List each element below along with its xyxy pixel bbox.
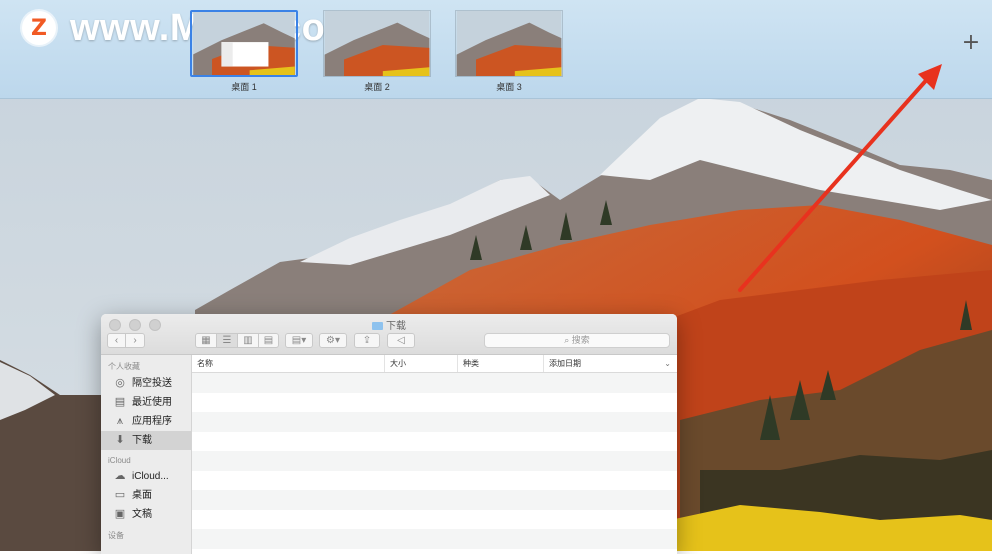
favorites-heading: 个人收藏: [101, 355, 191, 374]
sidebar-item-desktop[interactable]: ▭桌面: [101, 486, 191, 505]
list-row: [192, 529, 677, 549]
sidebar-item-icloud-drive[interactable]: ☁iCloud...: [101, 467, 191, 486]
documents-icon: ▣: [113, 505, 127, 524]
desktop-1-thumbnail[interactable]: 桌面 1: [190, 10, 298, 93]
column-header-size[interactable]: 大小: [385, 355, 458, 372]
sidebar-item-documents[interactable]: ▣文稿: [101, 505, 191, 524]
icon-view-button[interactable]: ▦: [196, 334, 217, 347]
forward-button[interactable]: ›: [126, 334, 144, 347]
gallery-view-button[interactable]: ▤: [259, 334, 278, 347]
desktop-2-thumbnail[interactable]: 桌面 2: [323, 10, 431, 93]
file-list: 名称 大小 种类 添加日期 ⌄: [192, 355, 677, 554]
list-row: [192, 373, 677, 393]
finder-sidebar: 个人收藏 ◎隔空投送 ▤最近使用 ⩚应用程序 ⬇下载 iCloud ☁iClou…: [101, 355, 192, 554]
list-row: [192, 490, 677, 510]
list-row: [192, 510, 677, 530]
column-header-date-added[interactable]: 添加日期: [544, 355, 677, 372]
list-row: [192, 451, 677, 471]
list-view-button[interactable]: ☰: [217, 334, 238, 347]
tags-button[interactable]: ◁: [387, 333, 415, 348]
nav-buttons: ‹›: [107, 333, 145, 348]
downloads-icon: ⬇: [113, 431, 127, 450]
devices-heading: 设备: [101, 524, 191, 543]
group-by-button[interactable]: ▤▾: [285, 333, 313, 348]
desktop-1-label: 桌面 1: [190, 80, 298, 93]
cloud-icon: ☁: [113, 467, 127, 486]
desktop-3-label: 桌面 3: [455, 80, 563, 93]
sidebar-item-applications[interactable]: ⩚应用程序: [101, 412, 191, 431]
desktop-icon: ▭: [113, 486, 127, 505]
column-view-button[interactable]: ▥: [238, 334, 259, 347]
airdrop-icon: ◎: [113, 374, 127, 393]
list-row: [192, 412, 677, 432]
finder-titlebar: 下载 ‹› ▦☰▥▤ ▤▾ ⚙▾ ⇪ ◁ ⌕ 搜索: [101, 314, 677, 355]
add-desktop-button[interactable]: +: [961, 33, 981, 53]
search-icon: ⌕: [564, 335, 572, 345]
sidebar-item-downloads[interactable]: ⬇下载: [101, 431, 191, 450]
sidebar-item-airdrop[interactable]: ◎隔空投送: [101, 374, 191, 393]
share-button[interactable]: ⇪: [354, 333, 380, 348]
desktop-2-label: 桌面 2: [323, 80, 431, 93]
list-body: [192, 373, 677, 554]
applications-icon: ⩚: [113, 412, 127, 431]
sidebar-item-recents[interactable]: ▤最近使用: [101, 393, 191, 412]
sort-indicator-icon: ⌄: [664, 355, 671, 372]
list-row: [192, 549, 677, 554]
list-header: 名称 大小 种类 添加日期 ⌄: [192, 355, 677, 373]
recents-icon: ▤: [113, 393, 127, 412]
desktop-3-preview: [455, 10, 563, 77]
maczlogo-icon: Z: [22, 11, 56, 45]
spaces-bar: Z www.MacZ.com 桌面 1 桌面 2 桌面 3 +: [0, 0, 992, 99]
desktop-3-thumbnail[interactable]: 桌面 3: [455, 10, 563, 93]
view-mode-switcher: ▦☰▥▤: [195, 333, 279, 348]
column-header-kind[interactable]: 种类: [458, 355, 544, 372]
action-gear-button[interactable]: ⚙▾: [319, 333, 347, 348]
column-header-name[interactable]: 名称: [192, 355, 385, 372]
desktop-1-preview: [190, 10, 298, 77]
window-title: 下载: [101, 317, 677, 332]
search-field[interactable]: ⌕ 搜索: [484, 333, 670, 348]
finder-window: 下载 ‹› ▦☰▥▤ ▤▾ ⚙▾ ⇪ ◁ ⌕ 搜索 个人收藏 ◎隔空投送 ▤最近…: [101, 314, 677, 554]
list-row: [192, 432, 677, 452]
icloud-heading: iCloud: [101, 450, 191, 467]
list-row: [192, 471, 677, 491]
folder-icon: [372, 322, 383, 330]
list-row: [192, 393, 677, 413]
desktop-2-preview: [323, 10, 431, 77]
back-button[interactable]: ‹: [108, 334, 126, 347]
